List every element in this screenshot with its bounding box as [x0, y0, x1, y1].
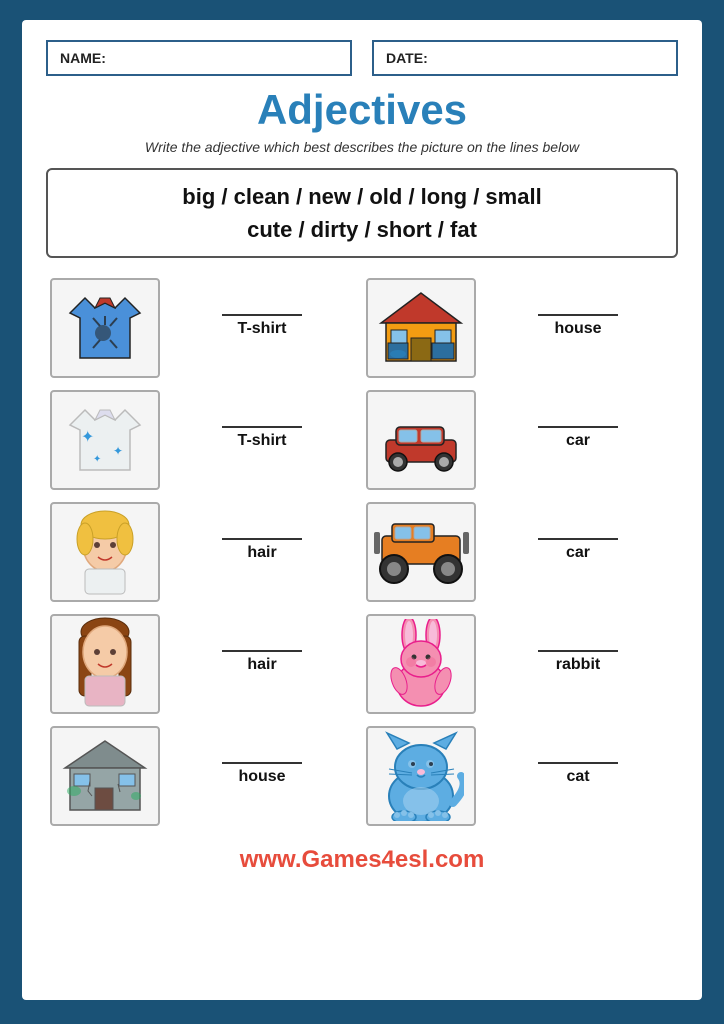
exercise-item-3: ✦ ✦ ✦ T-shirt: [46, 384, 362, 496]
page-title: Adjectives: [257, 86, 467, 134]
answer-line-9: [222, 762, 302, 764]
word-label-7: hair: [247, 656, 276, 674]
exercise-item-2: house: [362, 272, 678, 384]
word-box: big / clean / new / old / long / small c…: [46, 168, 678, 258]
worksheet-page: NAME: DATE: Adjectives Write the adjecti…: [22, 20, 702, 1000]
svg-text:✦: ✦: [81, 429, 94, 446]
svg-text:✦: ✦: [93, 454, 101, 465]
footer-text-after: esl.com: [395, 846, 484, 873]
svg-text:✦: ✦: [113, 444, 123, 458]
date-label: DATE:: [386, 50, 428, 66]
image-car-big: [366, 502, 476, 602]
answer-area-2: house: [482, 314, 674, 342]
answer-line-5: [222, 538, 302, 540]
image-hair-short: [50, 502, 160, 602]
image-house-old: [50, 726, 160, 826]
answer-area-9: house: [166, 762, 358, 790]
answer-area-4: car: [482, 426, 674, 454]
image-car-small: [366, 390, 476, 490]
image-tshirt-dirty: [50, 278, 160, 378]
word-label-5: hair: [247, 544, 276, 562]
exercise-item-6: car: [362, 496, 678, 608]
image-rabbit: [366, 614, 476, 714]
answer-line-10: [538, 762, 618, 764]
answer-line-4: [538, 426, 618, 428]
exercise-item-4: car: [362, 384, 678, 496]
word-box-line2: cute / dirty / short / fat: [66, 213, 658, 246]
answer-area-6: car: [482, 538, 674, 566]
answer-line-3: [222, 426, 302, 428]
answer-line-1: [222, 314, 302, 316]
word-label-9: house: [238, 768, 285, 786]
image-house-new: [366, 278, 476, 378]
exercises-grid: T-shirt: [46, 272, 678, 832]
footer-highlight: 4: [382, 846, 395, 873]
answer-line-8: [538, 650, 618, 652]
exercise-item-8: rabbit: [362, 608, 678, 720]
word-label-3: T-shirt: [238, 432, 287, 450]
answer-line-2: [538, 314, 618, 316]
name-label: NAME:: [60, 50, 106, 66]
answer-line-7: [222, 650, 302, 652]
answer-area-5: hair: [166, 538, 358, 566]
word-label-1: T-shirt: [238, 320, 287, 338]
answer-area-3: T-shirt: [166, 426, 358, 454]
word-box-line1: big / clean / new / old / long / small: [66, 180, 658, 213]
footer-text-before: www.Games: [240, 846, 382, 873]
word-label-8: rabbit: [556, 656, 600, 674]
image-hair-long: [50, 614, 160, 714]
image-cat-fat: [366, 726, 476, 826]
subtitle: Write the adjective which best describes…: [145, 138, 579, 158]
answer-area-7: hair: [166, 650, 358, 678]
word-label-4: car: [566, 432, 590, 450]
exercise-item-5: hair: [46, 496, 362, 608]
answer-line-6: [538, 538, 618, 540]
exercise-item-10: cat: [362, 720, 678, 832]
exercise-item-1: T-shirt: [46, 272, 362, 384]
word-label-6: car: [566, 544, 590, 562]
name-field[interactable]: NAME:: [46, 40, 352, 76]
date-field[interactable]: DATE:: [372, 40, 678, 76]
exercise-item-7: hair: [46, 608, 362, 720]
header-fields: NAME: DATE:: [46, 40, 678, 76]
exercise-item-9: house: [46, 720, 362, 832]
answer-area-8: rabbit: [482, 650, 674, 678]
word-label-2: house: [554, 320, 601, 338]
footer: www.Games4esl.com: [240, 846, 485, 874]
image-tshirt-clean: ✦ ✦ ✦: [50, 390, 160, 490]
answer-area-1: T-shirt: [166, 314, 358, 342]
word-label-10: cat: [566, 768, 589, 786]
answer-area-10: cat: [482, 762, 674, 790]
